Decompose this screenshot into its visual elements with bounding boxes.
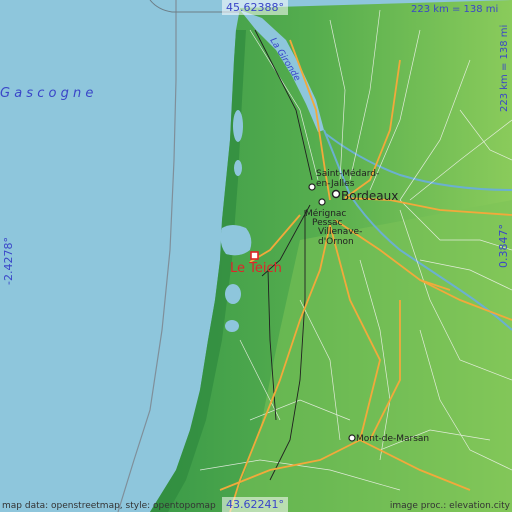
attribution-right: image proc.: elevation.city xyxy=(390,501,511,511)
top-lat-label: 45.62388° xyxy=(226,1,284,14)
merignac-marker[interactable] xyxy=(318,198,326,206)
arcachon-basin xyxy=(220,225,252,256)
sea-label: G a s c o g n e xyxy=(0,86,93,101)
map-canvas[interactable]: G a s c o g n e La Gironde Saint-Médard-… xyxy=(0,0,512,512)
scale-right-label: 223 km = 138 mi xyxy=(499,25,510,112)
bordeaux-marker[interactable] xyxy=(331,189,341,199)
mont-de-marsan-marker[interactable] xyxy=(348,434,356,442)
scale-top-label: 223 km = 138 mi xyxy=(411,4,498,15)
left-lon-label: -2.4278° xyxy=(2,237,15,285)
le-teich-label: Le Teich xyxy=(230,261,282,276)
saint-medard-marker[interactable] xyxy=(308,183,316,191)
lake-cazaux xyxy=(225,284,241,304)
le-teich-marker[interactable] xyxy=(250,251,259,260)
bottom-lat-label: 43.62241° xyxy=(226,498,284,511)
lake-parentis xyxy=(225,320,239,332)
bordeaux-label: Bordeaux xyxy=(341,189,398,203)
lake-hourtin xyxy=(233,110,243,142)
right-lon-label: 0.3847° xyxy=(497,224,510,268)
villenave-label-line2: d'Ornon xyxy=(318,237,354,247)
lake-lacanau xyxy=(234,160,242,176)
mont-de-marsan-label: Mont-de-Marsan xyxy=(356,434,429,444)
saint-medard-label-line1: Saint-Médard- xyxy=(316,168,379,179)
attribution-left: map data: openstreetmap, style: opentopo… xyxy=(2,501,216,511)
villenave-label-line1: Villenave- xyxy=(318,227,362,237)
saint-medard-label-line2: en-Jalles xyxy=(316,179,355,189)
